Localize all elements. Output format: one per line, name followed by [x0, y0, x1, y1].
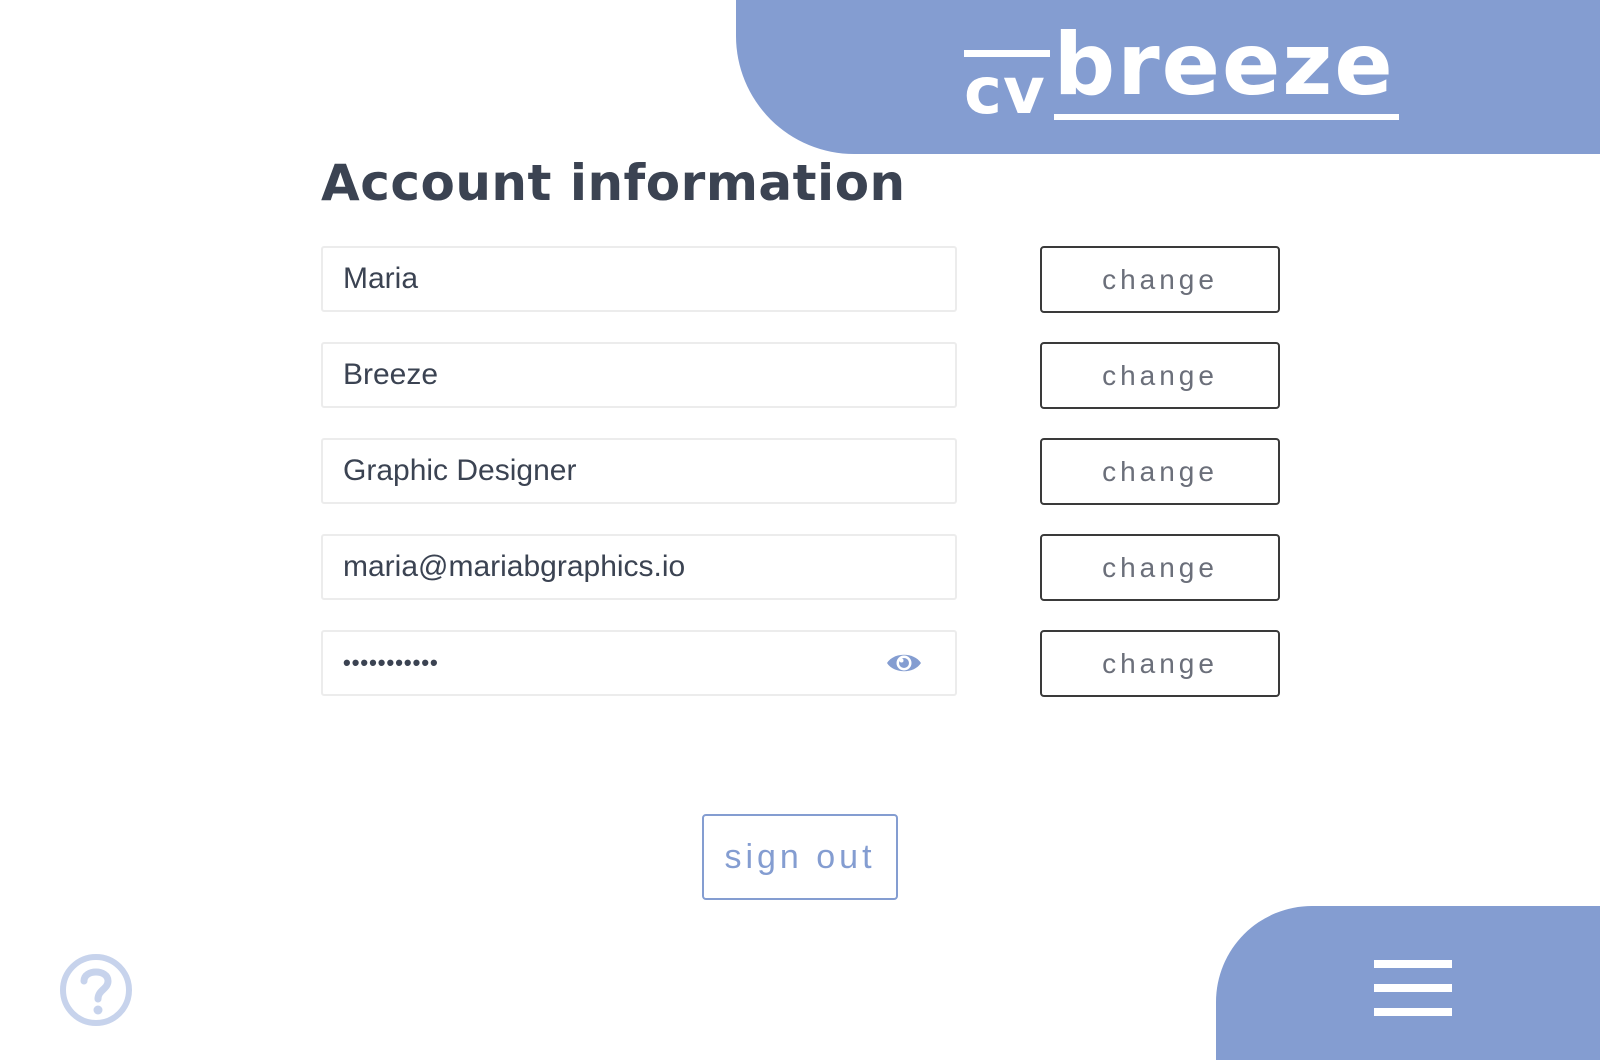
- change-email-button[interactable]: change: [1040, 534, 1280, 601]
- first-name-value: Maria: [343, 262, 419, 295]
- job-title-field[interactable]: Graphic Designer: [321, 438, 957, 504]
- logo-breeze-text: breeze: [1053, 22, 1399, 120]
- cvbreeze-logo[interactable]: cv breeze: [964, 14, 1399, 124]
- email-value: maria@mariabgraphics.io: [343, 550, 686, 583]
- password-value: •••••••••••: [343, 650, 439, 675]
- menu-button[interactable]: [1216, 906, 1600, 1060]
- hamburger-line-bottom: [1374, 1008, 1452, 1016]
- password-field[interactable]: •••••••••••: [321, 630, 957, 696]
- job-title-value: Graphic Designer: [343, 454, 577, 487]
- eye-icon[interactable]: [885, 648, 923, 678]
- email-field[interactable]: maria@mariabgraphics.io: [321, 534, 957, 600]
- logo-cv-text: cv: [964, 50, 1050, 124]
- help-icon[interactable]: [58, 952, 134, 1028]
- last-name-value: Breeze: [343, 358, 439, 391]
- last-name-field[interactable]: Breeze: [321, 342, 957, 408]
- change-job-title-button[interactable]: change: [1040, 438, 1280, 505]
- first-name-field[interactable]: Maria: [321, 246, 957, 312]
- hamburger-line-top: [1374, 960, 1452, 968]
- change-password-button[interactable]: change: [1040, 630, 1280, 697]
- change-first-name-button[interactable]: change: [1040, 246, 1280, 313]
- sign-out-button[interactable]: sign out: [702, 814, 898, 900]
- hamburger-line-middle: [1374, 984, 1452, 992]
- hamburger-menu-icon: [1374, 960, 1452, 1016]
- change-last-name-button[interactable]: change: [1040, 342, 1280, 409]
- page-title: Account information: [321, 154, 906, 212]
